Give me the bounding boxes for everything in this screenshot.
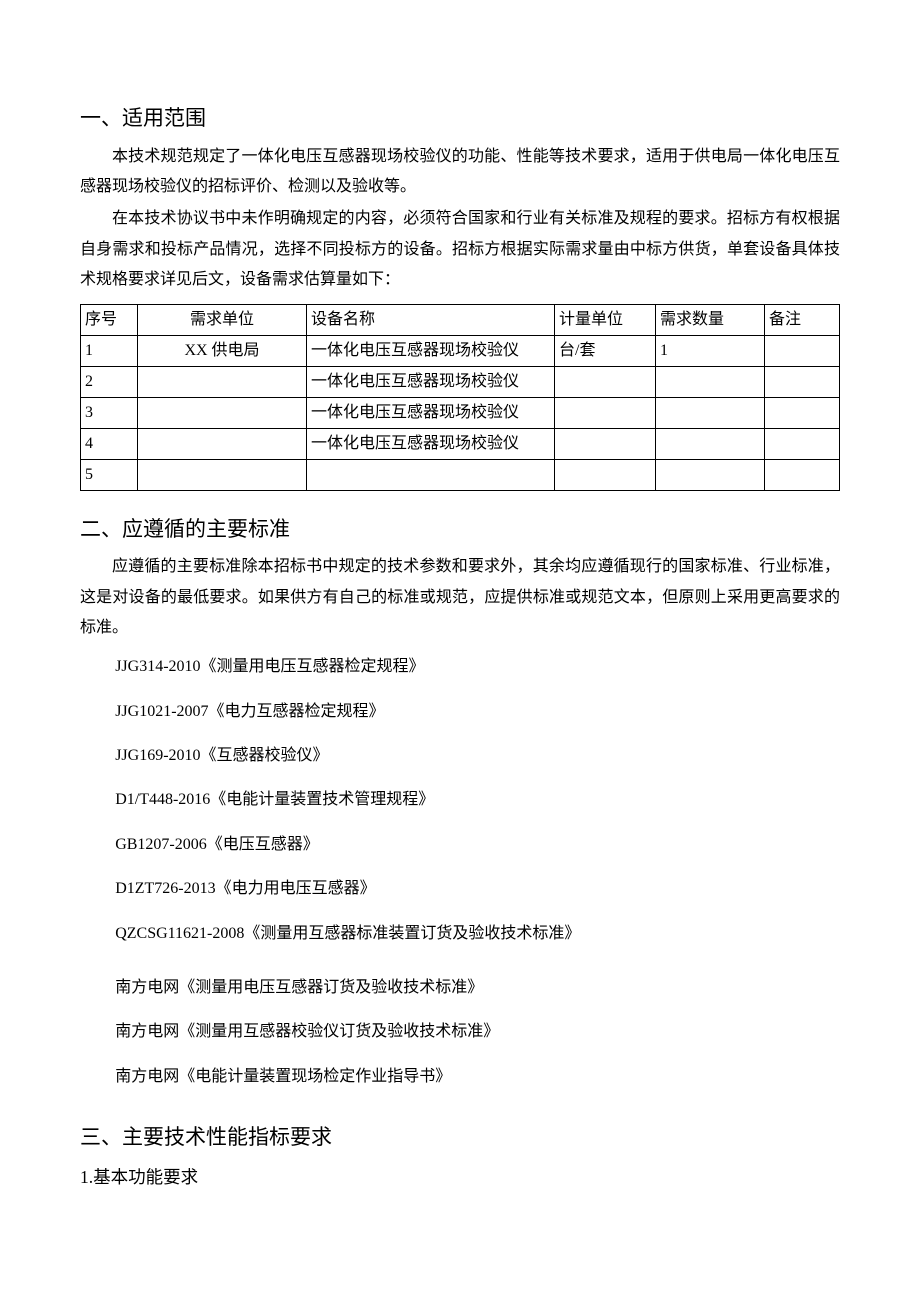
cell-seq: 4: [81, 428, 138, 459]
cell-name: 一体化电压互感器现场校验仪: [307, 397, 555, 428]
section-2-paragraph-1: 应遵循的主要标准除本招标书中规定的技术参数和要求外，其余均应遵循现行的国家标准、…: [80, 552, 840, 643]
standard-item: 南方电网《电能计量装置现场检定作业指导书》: [80, 1055, 840, 1099]
cell-qty: [656, 366, 765, 397]
section-3-title: 三、主要技术性能指标要求: [80, 1121, 840, 1155]
cell-unit: [138, 397, 307, 428]
standard-item: QZCSG11621-2008《测量用互感器标准装置订货及验收技术标准》: [80, 912, 840, 956]
standard-item: GB1207-2006《电压互感器》: [80, 823, 840, 867]
cell-unit: [138, 428, 307, 459]
th-seq: 序号: [81, 304, 138, 335]
table-row: 4 一体化电压互感器现场校验仪: [81, 428, 840, 459]
cell-qty: [656, 459, 765, 490]
cell-measure: [555, 428, 656, 459]
cell-measure: 台/套: [555, 335, 656, 366]
th-name: 设备名称: [307, 304, 555, 335]
section-1-paragraph-2: 在本技术协议书中未作明确规定的内容，必须符合国家和行业有关标准及规程的要求。招标…: [80, 204, 840, 295]
cell-qty: [656, 428, 765, 459]
cell-measure: [555, 459, 656, 490]
standard-item: D1/T448-2016《电能计量装置技术管理规程》: [80, 778, 840, 822]
standard-item: JJG1021-2007《电力互感器检定规程》: [80, 690, 840, 734]
standard-item: JJG169-2010《互感器校验仪》: [80, 734, 840, 778]
cell-note: [765, 459, 840, 490]
cell-note: [765, 428, 840, 459]
cell-name: 一体化电压互感器现场校验仪: [307, 428, 555, 459]
table-row: 1 XX 供电局 一体化电压互感器现场校验仪 台/套 1: [81, 335, 840, 366]
cell-seq: 3: [81, 397, 138, 428]
section-1-title: 一、适用范围: [80, 102, 840, 136]
cell-seq: 5: [81, 459, 138, 490]
section-2-title: 二、应遵循的主要标准: [80, 513, 840, 547]
cell-qty: [656, 397, 765, 428]
cell-name: 一体化电压互感器现场校验仪: [307, 335, 555, 366]
table-row: 3 一体化电压互感器现场校验仪: [81, 397, 840, 428]
cell-seq: 2: [81, 366, 138, 397]
cell-note: [765, 397, 840, 428]
cell-name: [307, 459, 555, 490]
standard-item: D1ZT726-2013《电力用电压互感器》: [80, 867, 840, 911]
cell-unit: [138, 366, 307, 397]
section-1-paragraph-1: 本技术规范规定了一体化电压互感器现场校验仪的功能、性能等技术要求，适用于供电局一…: [80, 142, 840, 203]
cell-measure: [555, 366, 656, 397]
th-note: 备注: [765, 304, 840, 335]
cell-measure: [555, 397, 656, 428]
cell-note: [765, 335, 840, 366]
table-row: 2 一体化电压互感器现场校验仪: [81, 366, 840, 397]
standard-item: JJG314-2010《测量用电压互感器检定规程》: [80, 645, 840, 689]
cell-unit: XX 供电局: [138, 335, 307, 366]
standard-item: 南方电网《测量用电压互感器订货及验收技术标准》: [80, 966, 840, 1010]
section-3-sub-1: 1.基本功能要求: [80, 1161, 840, 1194]
th-qty: 需求数量: [656, 304, 765, 335]
cell-name: 一体化电压互感器现场校验仪: [307, 366, 555, 397]
table-row: 5: [81, 459, 840, 490]
th-unit: 需求单位: [138, 304, 307, 335]
cell-note: [765, 366, 840, 397]
cell-unit: [138, 459, 307, 490]
cell-seq: 1: [81, 335, 138, 366]
cell-qty: 1: [656, 335, 765, 366]
table-header-row: 序号 需求单位 设备名称 计量单位 需求数量 备注: [81, 304, 840, 335]
standard-item: 南方电网《测量用互感器校验仪订货及验收技术标准》: [80, 1010, 840, 1054]
requirement-table: 序号 需求单位 设备名称 计量单位 需求数量 备注 1 XX 供电局 一体化电压…: [80, 304, 840, 491]
th-measure: 计量单位: [555, 304, 656, 335]
